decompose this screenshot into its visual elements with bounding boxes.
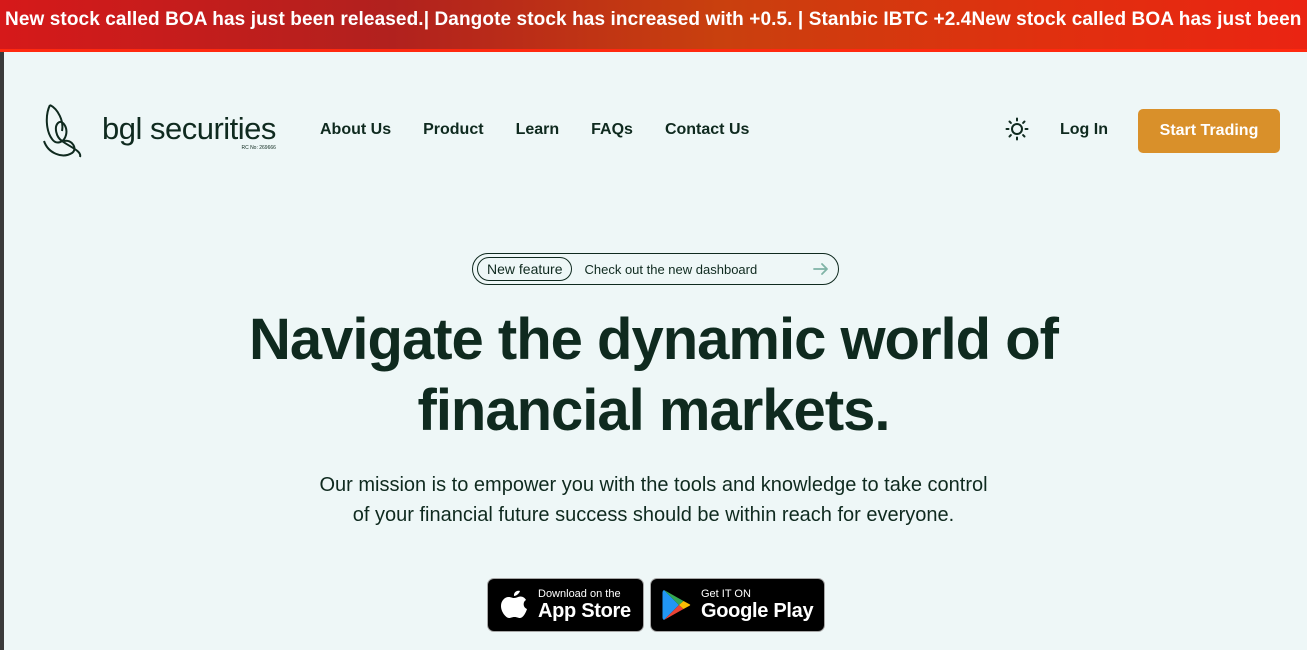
apple-icon (501, 590, 527, 618)
hero-headline-line2: financial markets. (417, 378, 891, 443)
nav-faqs[interactable]: FAQs (591, 121, 633, 139)
app-store-big: App Store (538, 600, 631, 622)
google-play-big: Google Play (701, 600, 814, 622)
nav-learn[interactable]: Learn (516, 121, 560, 139)
news-ticker: New stock called BOA has just been relea… (0, 0, 1307, 52)
google-play-small: Get IT ON (701, 588, 751, 600)
new-feature-badge: New feature (477, 257, 573, 281)
announcement-text: Check out the new dashboard (584, 261, 758, 277)
app-store-small: Download on the (538, 588, 621, 600)
main-nav: About Us Product Learn FAQs Contact Us (320, 121, 781, 139)
google-play-icon (662, 590, 691, 620)
sun-icon[interactable] (1005, 117, 1029, 141)
brand-logo[interactable]: bgl securities RC No: 269666 (42, 101, 276, 159)
arrow-right-icon (813, 263, 828, 275)
start-trading-button[interactable]: Start Trading (1138, 109, 1280, 153)
butterfly-logo-icon (43, 104, 82, 158)
google-play-button[interactable]: Get IT ON Google Play (650, 578, 825, 632)
nav-about-us[interactable]: About Us (320, 121, 391, 139)
app-store-button[interactable]: Download on the App Store (487, 578, 644, 632)
login-link[interactable]: Log In (1060, 121, 1108, 139)
hero-headline: Navigate the dynamic world of financial … (0, 304, 1307, 446)
hero-subtitle: Our mission is to empower you with the t… (0, 470, 1307, 530)
hero-subtitle-line2: of your financial future success should … (352, 504, 955, 526)
brand-name: bgl securities (102, 111, 276, 146)
announcement-pill[interactable]: New feature Check out the new dashboard (472, 253, 839, 285)
ticker-text: New stock called BOA has just been relea… (5, 9, 1307, 30)
hero-headline-line1: Navigate the dynamic world of (249, 307, 1059, 372)
nav-contact-us[interactable]: Contact Us (665, 121, 749, 139)
hero-subtitle-line1: Our mission is to empower you with the t… (319, 474, 988, 496)
nav-product[interactable]: Product (423, 121, 483, 139)
